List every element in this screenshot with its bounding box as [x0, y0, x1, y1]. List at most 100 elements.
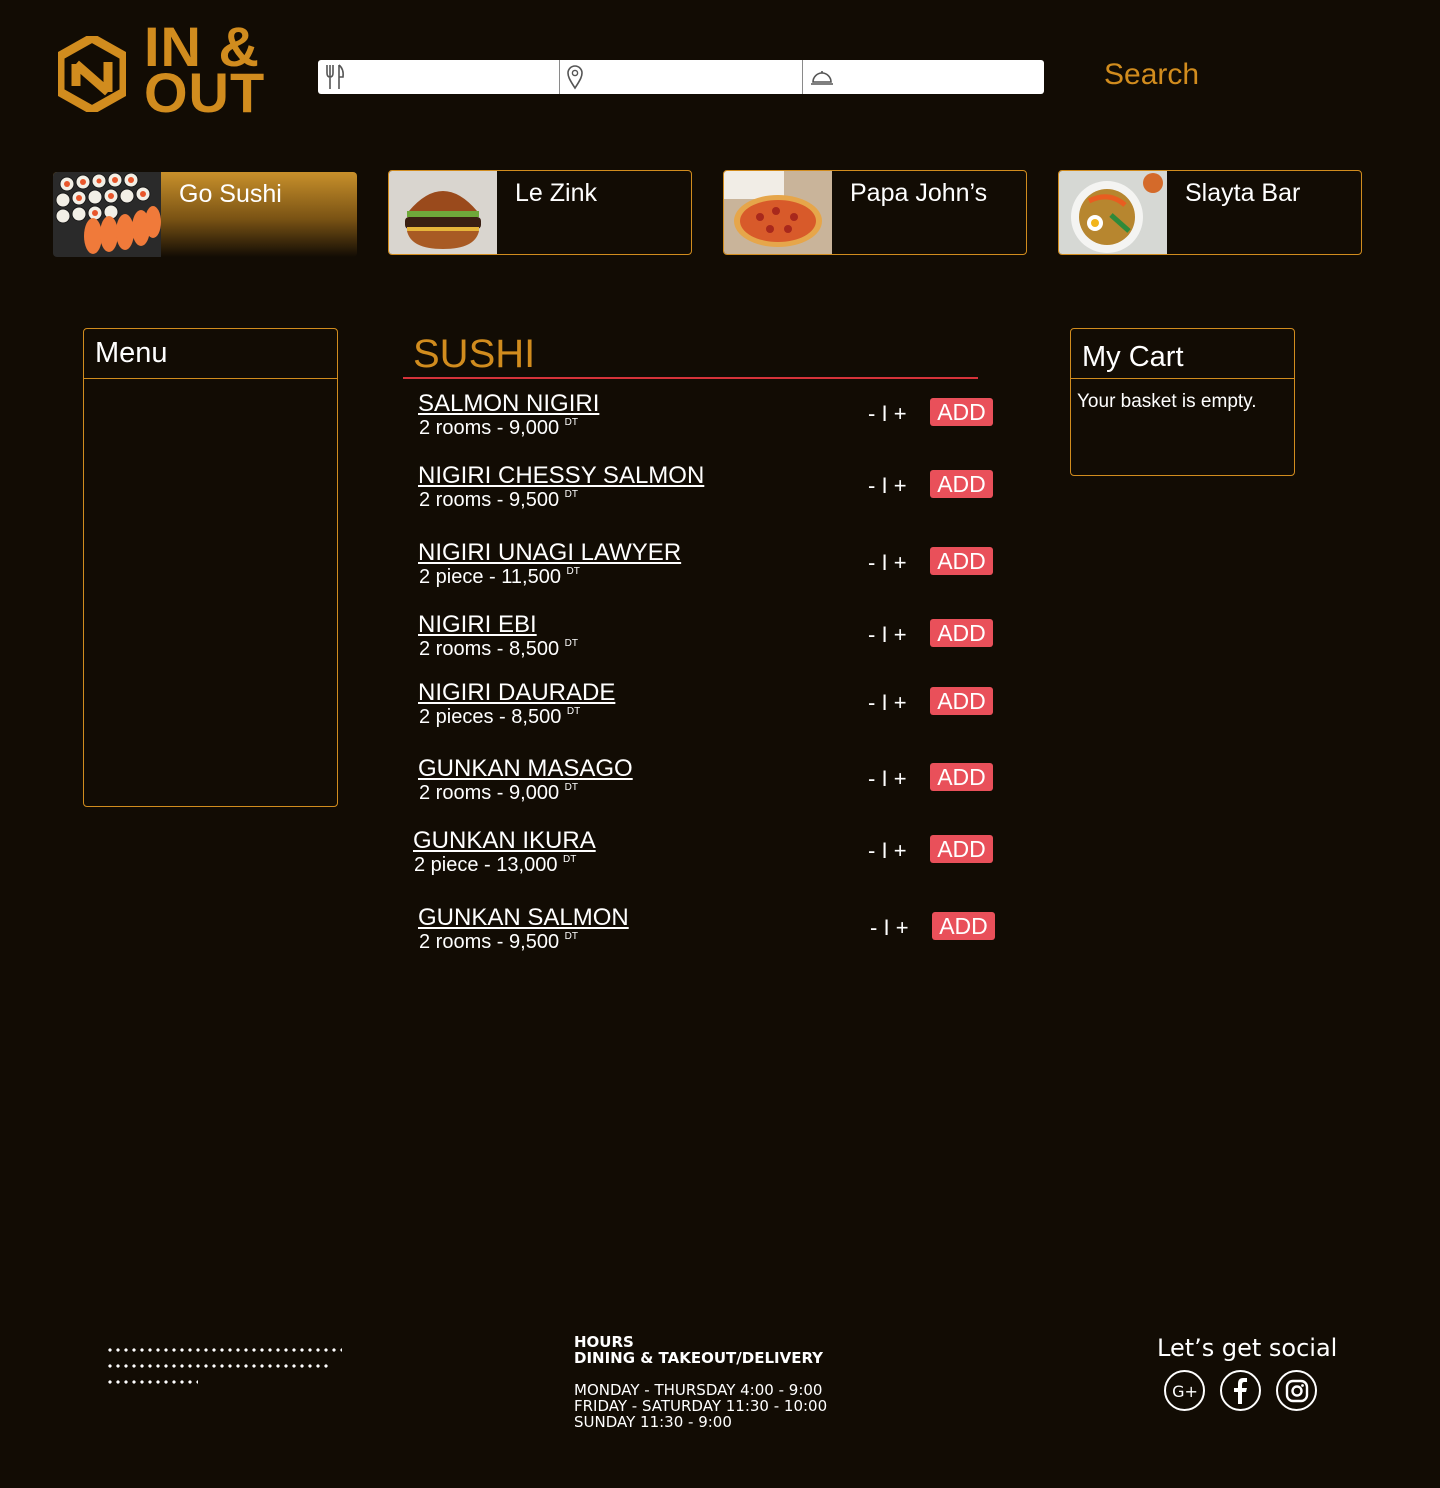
item-details: 2 rooms - 9,500 DT	[419, 931, 578, 953]
add-button[interactable]: ADD	[930, 619, 993, 647]
hours-title: HOURS	[574, 1333, 634, 1351]
item-details: 2 rooms - 9,500 DT	[419, 489, 578, 511]
item-price: 9,500	[509, 489, 560, 511]
menu-item: SALMON NIGIRI 2 rooms - 9,000 DT - I + A…	[418, 390, 1018, 450]
quantity-stepper: - I +	[868, 473, 907, 499]
item-price: 13,000	[496, 854, 558, 876]
increment-button[interactable]: +	[894, 401, 907, 426]
quantity-separator: I	[881, 766, 888, 791]
sushi-platter-image	[53, 172, 161, 257]
food-search-input[interactable]	[346, 62, 560, 92]
decrement-button[interactable]: -	[868, 401, 875, 426]
item-name-link[interactable]: GUNKAN MASAGO	[418, 755, 633, 783]
location-search-input[interactable]	[584, 62, 802, 92]
dotted-decoration	[106, 1346, 346, 1394]
item-currency: DT	[564, 782, 578, 793]
increment-button[interactable]: +	[896, 915, 909, 940]
item-details: 2 pieces - 8,500 DT	[419, 706, 581, 728]
decrement-button[interactable]: -	[868, 766, 875, 791]
quantity-separator: I	[881, 550, 888, 575]
item-currency: DT	[564, 638, 578, 649]
item-quantity: 2 rooms	[419, 638, 492, 660]
increment-button[interactable]: +	[894, 473, 907, 498]
item-details: 2 rooms - 9,000 DT	[419, 417, 578, 439]
cart-panel: My Cart Your basket is empty.	[1070, 328, 1295, 476]
item-name-link[interactable]: SALMON NIGIRI	[418, 390, 599, 418]
instagram-icon[interactable]	[1276, 1370, 1317, 1411]
quantity-stepper: - I +	[870, 915, 909, 941]
brand-wordmark[interactable]: IN & OUT	[144, 19, 266, 124]
menu-item: NIGIRI CHESSY SALMON 2 rooms - 9,500 DT …	[418, 462, 1018, 522]
quantity-separator: I	[881, 838, 888, 863]
facebook-icon[interactable]	[1220, 1370, 1261, 1411]
quantity-stepper: - I +	[868, 838, 907, 864]
restaurant-name: Le Zink	[515, 179, 597, 207]
item-quantity: 2 piece	[419, 566, 484, 588]
menu-panel: Menu	[83, 328, 338, 807]
menu-panel-title: Menu	[84, 329, 337, 379]
menu-item: NIGIRI DAURADE 2 pieces - 8,500 DT - I +…	[418, 679, 1018, 739]
restaurant-card-go-sushi[interactable]: Go Sushi	[53, 172, 357, 257]
hours-subtitle: DINING & TAKEOUT/DELIVERY	[574, 1349, 824, 1367]
google-plus-icon[interactable]: G+	[1164, 1370, 1205, 1411]
item-name-link[interactable]: NIGIRI EBI	[418, 611, 537, 639]
add-button[interactable]: ADD	[930, 687, 993, 715]
add-button[interactable]: ADD	[932, 912, 995, 940]
item-quantity: 2 piece	[414, 854, 479, 876]
quantity-stepper: - I +	[868, 690, 907, 716]
svg-text:G+: G+	[1172, 1382, 1198, 1401]
service-search-segment	[803, 60, 1044, 94]
section-divider	[403, 377, 978, 379]
item-price: 8,500	[509, 638, 560, 660]
restaurant-name: Slayta Bar	[1185, 179, 1301, 207]
item-details: 2 piece - 13,000 DT	[414, 854, 577, 876]
menu-item: GUNKAN IKURA 2 piece - 13,000 DT - I + A…	[413, 827, 1013, 887]
add-button[interactable]: ADD	[930, 763, 993, 791]
add-button[interactable]: ADD	[930, 547, 993, 575]
food-search-segment	[318, 60, 561, 94]
service-search-input[interactable]	[834, 62, 1044, 92]
decrement-button[interactable]: -	[870, 915, 877, 940]
restaurant-card-slayta-bar[interactable]: Slayta Bar	[1058, 170, 1362, 255]
item-name-link[interactable]: GUNKAN SALMON	[418, 904, 629, 932]
item-currency: DT	[566, 706, 581, 717]
hours-line: SUNDAY 11:30 - 9:00	[574, 1413, 732, 1431]
quantity-stepper: - I +	[868, 401, 907, 427]
item-currency: DT	[564, 489, 578, 500]
item-details: 2 piece - 11,500 DT	[419, 566, 580, 588]
item-price: 8,500	[511, 706, 562, 728]
restaurant-card-le-zink[interactable]: Le Zink	[388, 170, 692, 255]
increment-button[interactable]: +	[894, 550, 907, 575]
add-button[interactable]: ADD	[930, 398, 993, 426]
item-name-link[interactable]: NIGIRI CHESSY SALMON	[418, 462, 704, 490]
increment-button[interactable]: +	[894, 622, 907, 647]
item-quantity: 2 rooms	[419, 417, 492, 439]
decrement-button[interactable]: -	[868, 690, 875, 715]
item-quantity: 2 rooms	[419, 931, 492, 953]
item-currency: DT	[564, 931, 578, 942]
hours-line: MONDAY - THURSDAY 4:00 - 9:00	[574, 1381, 823, 1399]
brand-line-2: OUT	[144, 61, 266, 124]
item-currency: DT	[566, 566, 580, 577]
item-name-link[interactable]: GUNKAN IKURA	[413, 827, 596, 855]
quantity-separator: I	[883, 915, 890, 940]
item-name-link[interactable]: NIGIRI UNAGI LAWYER	[418, 539, 681, 567]
burger-image	[389, 171, 497, 254]
item-quantity: 2 rooms	[419, 489, 492, 511]
menu-item: NIGIRI UNAGI LAWYER 2 piece - 11,500 DT …	[418, 539, 1018, 599]
decrement-button[interactable]: -	[868, 622, 875, 647]
increment-button[interactable]: +	[894, 838, 907, 863]
restaurant-name: Go Sushi	[179, 180, 282, 208]
decrement-button[interactable]: -	[868, 838, 875, 863]
item-details: 2 rooms - 9,000 DT	[419, 782, 578, 804]
add-button[interactable]: ADD	[930, 470, 993, 498]
add-button[interactable]: ADD	[930, 835, 993, 863]
brand-logo-icon[interactable]	[58, 36, 126, 112]
search-button[interactable]: Search	[1104, 58, 1199, 92]
increment-button[interactable]: +	[894, 690, 907, 715]
decrement-button[interactable]: -	[868, 473, 875, 498]
increment-button[interactable]: +	[894, 766, 907, 791]
item-name-link[interactable]: NIGIRI DAURADE	[418, 679, 615, 707]
decrement-button[interactable]: -	[868, 550, 875, 575]
restaurant-card-papa-johns[interactable]: Papa John’s	[723, 170, 1027, 255]
